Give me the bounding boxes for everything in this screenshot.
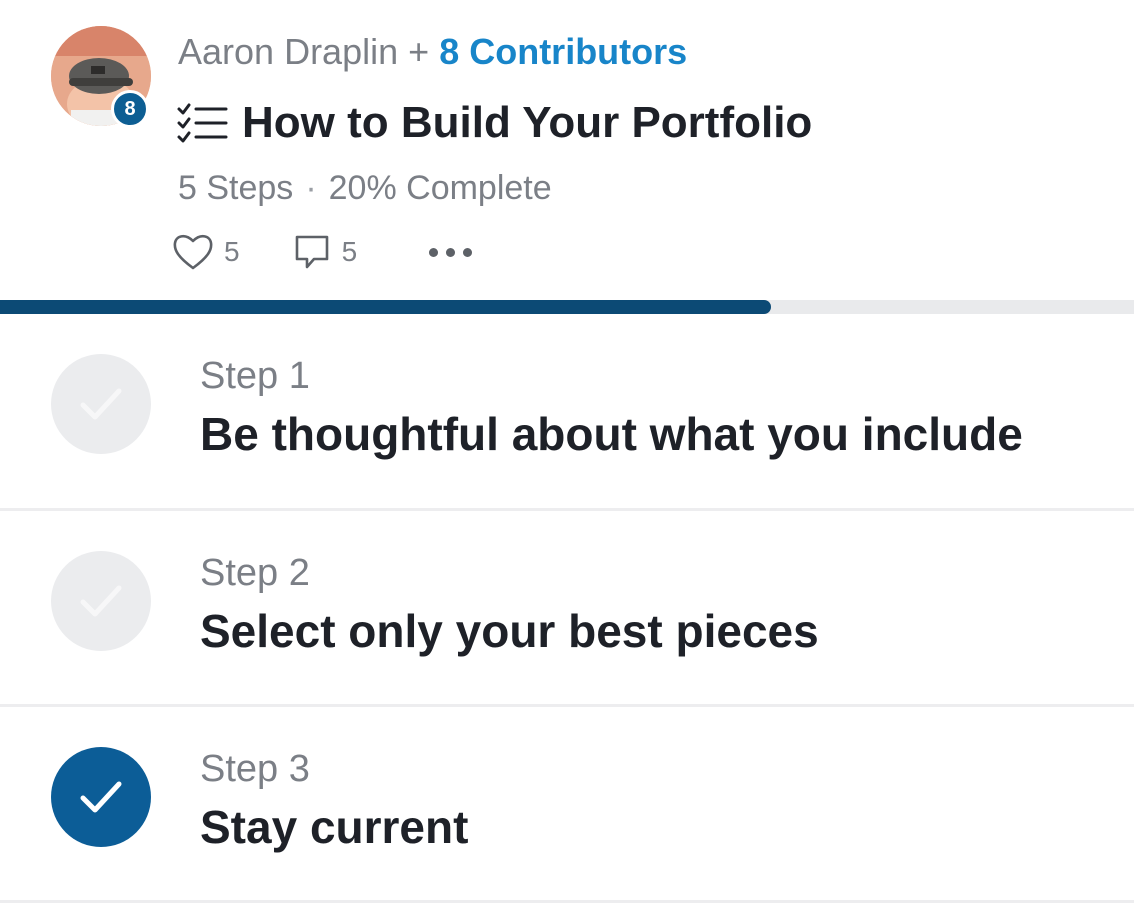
progress-bar-fill [0,300,772,314]
heart-icon [173,234,213,270]
author-name[interactable]: Aaron Draplin [178,31,398,72]
step-title: Select only your best pieces [200,605,819,657]
checkmark-icon [80,781,122,813]
checklist-icon [176,101,228,145]
guide-meta: 5 Steps · 20% Complete [178,166,552,210]
contributors-count-badge: 8 [111,90,149,128]
progress-bar [0,300,1134,314]
title-row: How to Build Your Portfolio [176,95,812,151]
step-item[interactable]: Step 2 Select only your best pieces [0,511,1134,707]
steps-count: 5 Steps [178,169,294,207]
step-check-button[interactable] [51,551,151,651]
comment-icon [295,235,328,269]
like-button[interactable]: 5 [172,232,240,272]
guide-card-header: 8 Aaron Draplin + 8 Contributors How to … [0,0,1134,300]
like-count: 5 [224,236,240,267]
ellipsis-icon[interactable] [429,247,473,257]
step-label: Step 3 [200,748,310,790]
completion-status: 20% Complete [328,169,552,207]
checkmark-icon [80,585,122,617]
comment-button[interactable]: 5 [292,232,358,272]
guide-title[interactable]: How to Build Your Portfolio [242,95,812,151]
step-check-button[interactable] [51,354,151,454]
step-title: Be thoughtful about what you include [200,408,1023,460]
byline: Aaron Draplin + 8 Contributors [178,30,687,74]
byline-plus: + [408,31,430,72]
step-check-button[interactable] [51,747,151,847]
steps-list: Step 1 Be thoughtful about what you incl… [0,314,1134,903]
meta-separator: · [305,169,317,207]
step-item[interactable]: Step 1 Be thoughtful about what you incl… [0,314,1134,511]
checkmark-icon [80,388,122,420]
actions-bar: 5 5 [172,228,473,276]
author-avatar[interactable]: 8 [51,26,151,128]
comment-count: 5 [341,236,358,267]
contributors-link[interactable]: 8 Contributors [439,31,687,72]
step-label: Step 2 [200,552,310,594]
step-title: Stay current [200,801,469,853]
step-item[interactable]: Step 3 Stay current [0,707,1134,903]
step-label: Step 1 [200,355,310,397]
